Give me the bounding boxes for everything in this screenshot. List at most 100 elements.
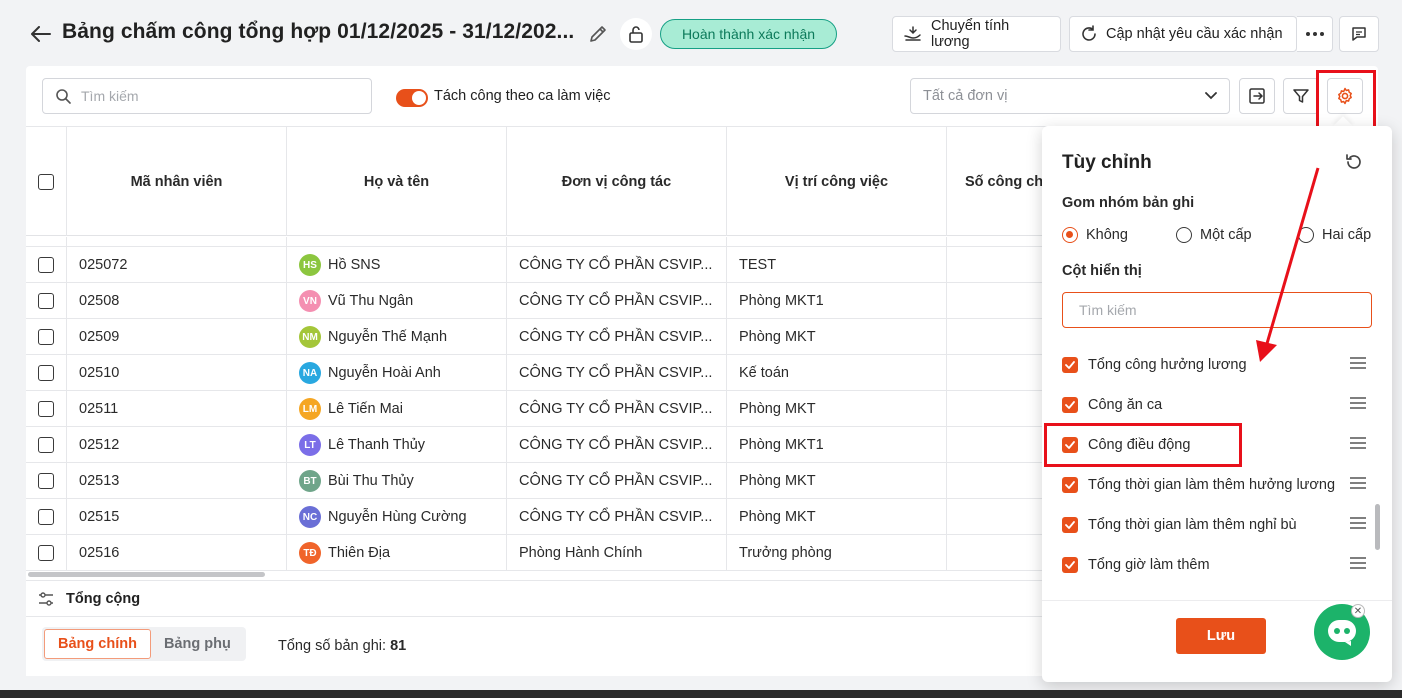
column-option[interactable]: Tổng giờ làm thêm <box>1062 545 1372 585</box>
row-checkbox[interactable] <box>38 293 54 309</box>
drag-handle-icon[interactable] <box>1350 477 1366 493</box>
table-row[interactable]: 02508 VN Vũ Thu Ngân CÔNG TY CỔ PHẦN CSVIP.… <box>26 283 1076 319</box>
row-checkbox[interactable] <box>38 545 54 561</box>
column-checkbox[interactable] <box>1062 437 1078 453</box>
employee-name: Hồ SNS <box>328 257 381 273</box>
column-checkbox[interactable] <box>1062 477 1078 493</box>
filter-button[interactable] <box>1283 78 1319 114</box>
update-confirm-request-button[interactable]: Cập nhật yêu cầu xác nhận <box>1069 16 1297 52</box>
close-icon[interactable]: ✕ <box>1351 604 1365 618</box>
avatar: TĐ <box>299 542 321 564</box>
column-checkbox[interactable] <box>1062 357 1078 373</box>
cell-full-name: BT Bùi Thu Thủy <box>287 463 507 499</box>
column-option[interactable]: Công điều động <box>1062 425 1372 465</box>
column-option[interactable]: Tổng thời gian làm thêm hưởng lương <box>1062 465 1372 505</box>
reset-icon[interactable] <box>1344 152 1364 175</box>
row-checkbox-cell <box>26 355 67 391</box>
update-confirm-request-label: Cập nhật yêu cầu xác nhận <box>1106 26 1283 42</box>
unit-select[interactable]: Tất cả đơn vị <box>910 78 1230 114</box>
table-row[interactable]: 025072 HS Hồ SNS CÔNG TY CỔ PHẦN CSVIP... TE… <box>26 247 1076 283</box>
export-button[interactable] <box>1239 78 1275 114</box>
split-by-shift-toggle[interactable] <box>396 89 428 107</box>
column-option[interactable]: Tổng thời gian làm thêm nghỉ bù <box>1062 505 1372 545</box>
search-box[interactable] <box>42 78 372 114</box>
cell-employee-code: 02513 <box>67 463 287 499</box>
column-checkbox[interactable] <box>1062 557 1078 573</box>
row-checkbox[interactable] <box>38 437 54 453</box>
column-checkbox[interactable] <box>1062 517 1078 533</box>
table-row[interactable]: 02510 NA Nguyễn Hoài Anh CÔNG TY CỔ PHẦN CS… <box>26 355 1076 391</box>
tab-main-table[interactable]: Bảng chính <box>44 629 151 659</box>
cell-job-position: Phòng MKT <box>727 319 947 355</box>
cell-work-unit: Phòng Hành Chính <box>507 535 727 571</box>
column-search-box[interactable] <box>1062 292 1372 328</box>
table-row[interactable]: 02516 TĐ Thiên Địa Phòng Hành Chính Trưởng p… <box>26 535 1076 571</box>
select-all-checkbox[interactable] <box>38 173 54 190</box>
cell-work-unit: CÔNG TY CỔ PHẦN CSVIP... <box>507 283 727 319</box>
drag-handle-icon[interactable] <box>1350 557 1366 573</box>
comment-icon <box>1350 25 1368 43</box>
row-checkbox[interactable] <box>38 257 54 273</box>
drag-handle-icon[interactable] <box>1350 437 1366 453</box>
money-transfer-icon <box>903 25 923 43</box>
radio-group-two-levels[interactable]: Hai cấp <box>1298 227 1371 243</box>
column-option[interactable]: Tổng công hưởng lương <box>1062 345 1372 385</box>
transfer-salary-button[interactable]: Chuyển tính lương <box>892 16 1061 52</box>
cell-employee-code: 02512 <box>67 427 287 463</box>
table-row[interactable]: 02515 NC Nguyễn Hùng Cường CÔNG TY CỔ PHẦN … <box>26 499 1076 535</box>
column-list-scrollbar[interactable] <box>1375 504 1380 550</box>
comment-button[interactable] <box>1339 16 1379 52</box>
drag-handle-icon[interactable] <box>1350 517 1366 533</box>
sliders-icon[interactable] <box>38 591 54 606</box>
radio-group-one-level[interactable]: Một cấp <box>1176 227 1252 243</box>
column-option-label: Công ăn ca <box>1088 397 1163 413</box>
header-job-position[interactable]: Vị trí công việc <box>727 127 947 236</box>
table-row[interactable]: 02509 NM Nguyễn Thế Mạnh CÔNG TY CỔ PHẦN CS… <box>26 319 1076 355</box>
search-input[interactable] <box>81 88 341 104</box>
table-row[interactable]: 02513 BT Bùi Thu Thủy CÔNG TY CỔ PHẦN CSVIP… <box>26 463 1076 499</box>
header-full-name[interactable]: Họ và tên <box>287 127 507 236</box>
drag-handle-icon[interactable] <box>1350 357 1366 373</box>
cell-job-position: Phòng MKT1 <box>727 427 947 463</box>
employee-name: Nguyễn Thế Mạnh <box>328 329 448 345</box>
more-actions-button[interactable] <box>1297 16 1333 52</box>
row-checkbox[interactable] <box>38 509 54 525</box>
unit-select-value: Tất cả đơn vị <box>923 88 1008 104</box>
tab-sub-table[interactable]: Bảng phụ <box>151 629 244 659</box>
row-checkbox[interactable] <box>38 329 54 345</box>
horizontal-scrollbar[interactable] <box>28 572 265 577</box>
panel-title: Tùy chỉnh <box>1062 152 1152 173</box>
total-row: Tổng cộng <box>26 580 1076 616</box>
header-work-unit[interactable]: Đơn vị công tác <box>507 127 727 236</box>
column-checkbox[interactable] <box>1062 397 1078 413</box>
radio-group-two-levels-label: Hai cấp <box>1322 227 1372 243</box>
table-row[interactable]: 02512 LT Lê Thanh Thủy CÔNG TY CỔ PHẦN CSVI… <box>26 427 1076 463</box>
row-checkbox-cell <box>26 499 67 535</box>
cell-job-position: Phòng MKT <box>727 463 947 499</box>
top-bar: Bảng chấm công tổng hợp 01/12/2025 - 31/… <box>0 0 1402 66</box>
row-checkbox[interactable] <box>38 365 54 381</box>
avatar: VN <box>299 290 321 312</box>
save-button[interactable]: Lưu <box>1176 618 1266 654</box>
settings-button[interactable] <box>1327 78 1363 114</box>
lock-button[interactable] <box>620 18 652 50</box>
cell-full-name: NC Nguyễn Hùng Cường <box>287 499 507 535</box>
cell-employee-code: 025072 <box>67 247 287 283</box>
radio-group-one-level-label: Một cấp <box>1200 227 1252 243</box>
column-option[interactable]: Công ăn ca <box>1062 385 1372 425</box>
row-checkbox[interactable] <box>38 473 54 489</box>
column-search-input[interactable] <box>1079 302 1359 318</box>
export-icon <box>1248 87 1266 105</box>
header-employee-code[interactable]: Mã nhân viên <box>67 127 287 236</box>
back-arrow-icon[interactable] <box>28 22 54 46</box>
cell-work-unit: CÔNG TY CỔ PHẦN CSVIP... <box>507 391 727 427</box>
search-icon <box>55 88 71 104</box>
drag-handle-icon[interactable] <box>1350 397 1366 413</box>
cell-full-name: HS Hồ SNS <box>287 247 507 283</box>
row-checkbox[interactable] <box>38 401 54 417</box>
table-tabs: Bảng chính Bảng phụ <box>42 627 246 661</box>
cell-full-name: VN Vũ Thu Ngân <box>287 283 507 319</box>
radio-group-none[interactable]: Không <box>1062 227 1128 243</box>
table-row[interactable]: 02511 LM Lê Tiến Mai CÔNG TY CỔ PHẦN CSVIP.… <box>26 391 1076 427</box>
edit-pencil-icon[interactable] <box>588 24 608 47</box>
